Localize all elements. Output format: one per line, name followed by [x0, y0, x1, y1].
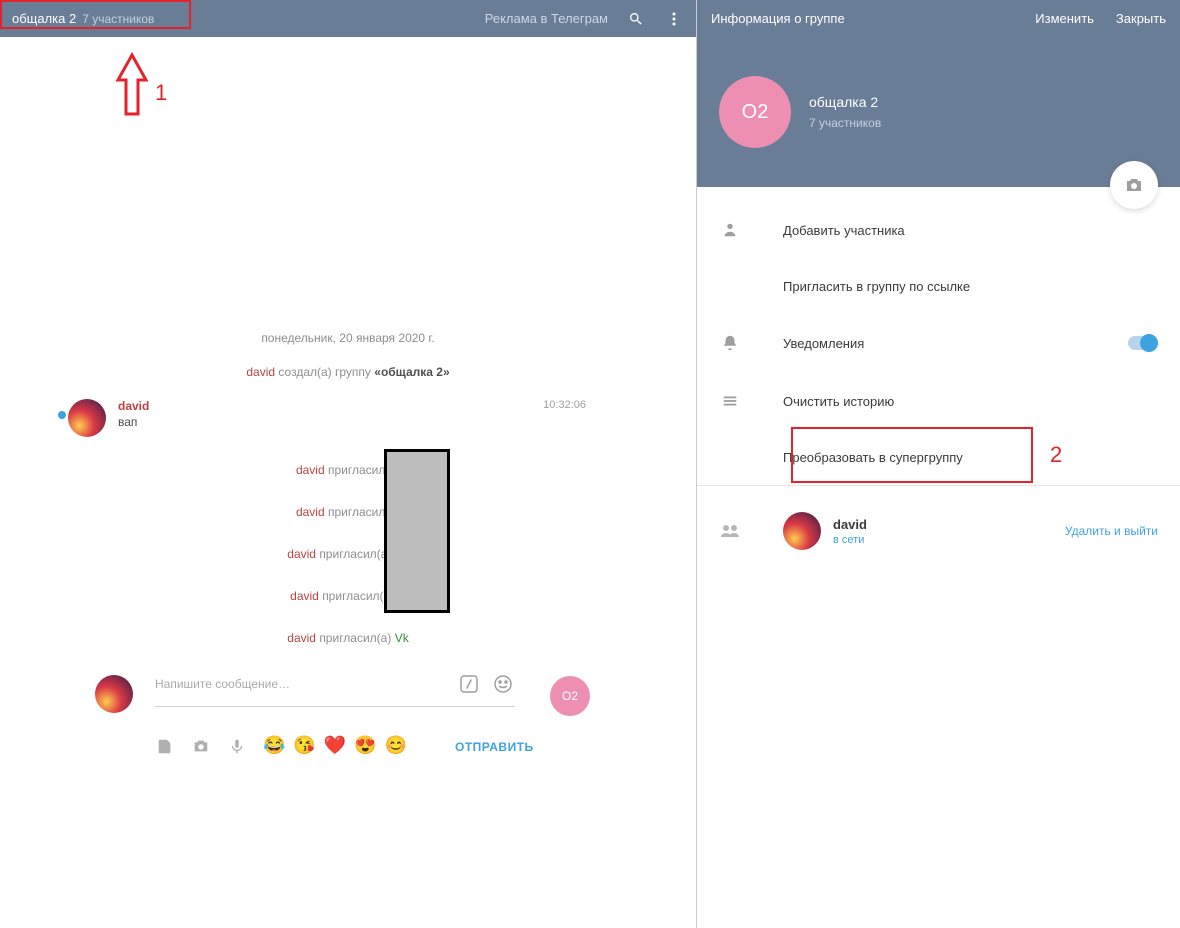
emoji-2[interactable]: ❤️ — [324, 735, 346, 756]
members-list: david в сети Удалить и выйти — [697, 504, 1180, 558]
chat-body: понедельник, 20 января 2020 г. david соз… — [0, 37, 696, 928]
group-avatar[interactable]: О2 — [719, 76, 791, 148]
system-created: david создал(а) группу «общалка 2» — [0, 365, 696, 379]
redacted-block — [384, 449, 450, 613]
info-actions-list: Добавить участника Пригласить в группу п… — [697, 187, 1180, 486]
ad-link[interactable]: Реклама в Телеграм — [485, 11, 608, 26]
composer-toolbar: 😂 😘 ❤️ 😍 😊 — [155, 735, 407, 756]
edit-button[interactable]: Изменить — [1035, 11, 1094, 26]
attach-file-icon[interactable] — [155, 736, 175, 756]
system-actor: david — [246, 365, 275, 379]
group-profile: О2 общалка 2 7 участников — [697, 37, 1180, 187]
info-header: Информация о группе Изменить Закрыть — [697, 0, 1180, 37]
member-row: david в сети Удалить и выйти — [697, 504, 1180, 558]
item-label: Добавить участника — [783, 223, 905, 238]
date-separator: понедельник, 20 января 2020 г. — [0, 331, 696, 345]
invite-2: david пригласил(а) Vk — [0, 533, 696, 575]
mic-icon[interactable] — [227, 736, 247, 756]
member-status: в сети — [833, 534, 867, 546]
invite-3: david пригласил(а) м — [0, 575, 696, 617]
person-icon — [719, 221, 741, 239]
invite-link-item[interactable]: Пригласить в группу по ссылке — [697, 259, 1180, 314]
message-sender: david — [118, 399, 149, 413]
composer-input[interactable] — [155, 677, 457, 691]
clear-history-item[interactable]: Очистить историю — [697, 372, 1180, 430]
notifications-toggle[interactable] — [1128, 336, 1158, 350]
add-member-item[interactable]: Добавить участника — [697, 201, 1180, 259]
item-label: Пригласить в группу по ссылке — [783, 279, 970, 294]
group-info-panel: Информация о группе Изменить Закрыть О2 … — [697, 0, 1180, 928]
people-icon — [719, 524, 741, 538]
invite-1: david пригласил(а) — [0, 491, 696, 533]
online-indicator — [58, 411, 66, 419]
group-avatar-badge[interactable]: О2 — [550, 676, 590, 716]
chat-panel: общалка 2 7 участников Реклама в Телегра… — [0, 0, 697, 928]
group-members-count: 7 участников — [809, 116, 881, 130]
composer — [155, 672, 515, 707]
emoji-0[interactable]: 😂 — [263, 735, 285, 756]
member-name: david — [833, 517, 867, 532]
item-label: Преобразовать в супергруппу — [783, 450, 963, 465]
bell-icon — [719, 334, 741, 352]
search-icon[interactable] — [626, 9, 646, 29]
item-label: Очистить историю — [783, 394, 894, 409]
chat-group-name: общалка 2 — [12, 11, 76, 26]
notifications-item[interactable]: Уведомления — [697, 314, 1180, 372]
send-button[interactable]: ОТПРАВИТЬ — [455, 740, 534, 754]
item-label: Уведомления — [783, 336, 864, 351]
emoji-3[interactable]: 😍 — [354, 735, 376, 756]
avatar[interactable] — [68, 399, 106, 437]
group-name: общалка 2 — [809, 94, 881, 110]
convert-supergroup-item[interactable]: Преобразовать в супергруппу — [697, 430, 1180, 485]
message-text: вап — [118, 415, 149, 429]
emoji-quick-row: 😂 😘 ❤️ 😍 😊 — [263, 735, 407, 756]
invite-4: david пригласил(а) Vk — [0, 617, 696, 659]
more-icon[interactable] — [664, 9, 684, 29]
emoji-icon[interactable] — [491, 672, 515, 696]
emoji-4[interactable]: 😊 — [385, 735, 407, 756]
message-time: 10:32:06 — [543, 399, 586, 411]
close-button[interactable]: Закрыть — [1116, 11, 1166, 26]
emoji-1[interactable]: 😘 — [293, 735, 315, 756]
message-row: david вап 10:32:06 — [68, 399, 696, 437]
camera-icon[interactable] — [191, 736, 211, 756]
system-verb: создал(а) группу — [278, 365, 371, 379]
invite-0: david пригласил(а) — [0, 449, 696, 491]
invites-block: david пригласил(а) david пригласил(а) da… — [0, 449, 696, 659]
chat-header: общалка 2 7 участников Реклама в Телегра… — [0, 0, 696, 37]
menu-icon — [719, 392, 741, 410]
system-group: «общалка 2» — [374, 365, 449, 379]
chat-members-count: 7 участников — [82, 12, 154, 26]
delete-and-leave-button[interactable]: Удалить и выйти — [1065, 524, 1158, 538]
composer-avatar[interactable] — [95, 675, 133, 713]
slash-command-icon[interactable] — [457, 672, 481, 696]
info-title: Информация о группе — [711, 11, 845, 26]
member-avatar[interactable] — [783, 512, 821, 550]
chat-title[interactable]: общалка 2 7 участников — [12, 11, 154, 26]
